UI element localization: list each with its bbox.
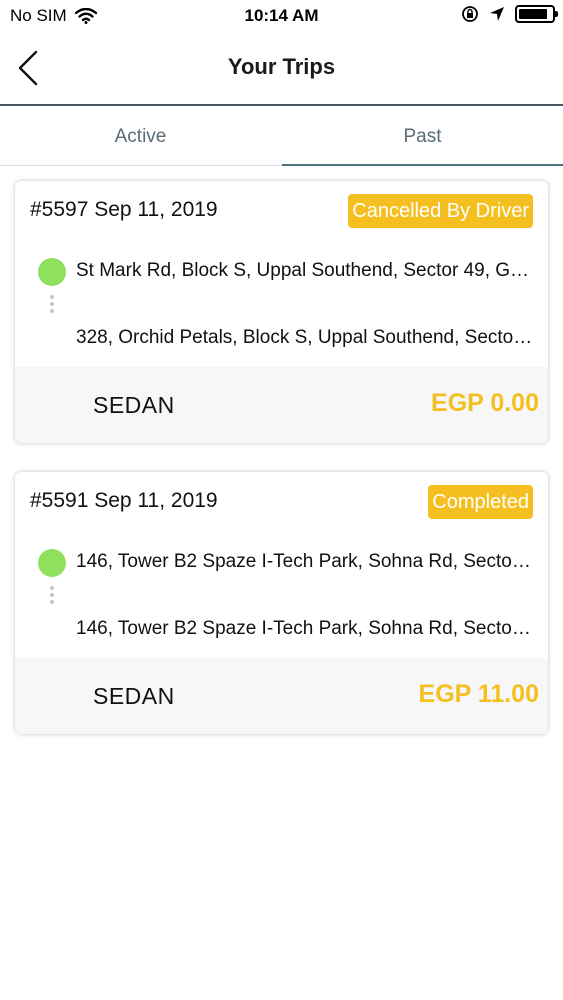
trip-card-header: #5591 Sep 11, 2019 Completed xyxy=(15,472,548,530)
pickup-dot-icon xyxy=(38,258,66,286)
pickup-address: St Mark Rd, Block S, Uppal Southend, Sec… xyxy=(76,260,536,281)
tab-past[interactable]: Past xyxy=(282,108,563,166)
trip-card[interactable]: #5591 Sep 11, 2019 Completed 146, Tower … xyxy=(15,472,548,734)
status-bar: No SIM 10:14 AM xyxy=(0,0,563,32)
battery-icon xyxy=(515,5,558,23)
tab-selected-indicator xyxy=(282,164,563,166)
status-right xyxy=(461,5,558,23)
pickup-dot-icon xyxy=(38,549,66,577)
drop-address: 328, Orchid Petals, Block S, Uppal South… xyxy=(76,327,536,348)
tab-active[interactable]: Active xyxy=(0,108,281,166)
status-badge: Completed xyxy=(428,485,533,519)
route-dots-icon xyxy=(50,586,54,606)
status-badge: Cancelled By Driver xyxy=(348,194,533,228)
trip-tabs: Active Past xyxy=(0,108,563,166)
vehicle-type: SEDAN xyxy=(93,392,175,418)
page-title: Your Trips xyxy=(227,54,336,79)
trip-card-footer: SEDAN EGP 11.00 xyxy=(15,658,548,734)
trip-card-footer: SEDAN EGP 0.00 xyxy=(15,367,548,443)
vehicle-type: SEDAN xyxy=(93,683,175,709)
trip-id: #5597 Sep 11, 2019 xyxy=(30,198,218,221)
trip-card-header: #5597 Sep 11, 2019 Cancelled By Driver xyxy=(15,181,548,239)
pickup-address: 146, Tower B2 Spaze I-Tech Park, Sohna R… xyxy=(76,551,536,572)
route-dots-icon xyxy=(50,295,54,315)
nav-bar: Your Trips xyxy=(0,32,563,106)
trip-fare: EGP 0.00 xyxy=(431,389,539,417)
trip-card[interactable]: #5597 Sep 11, 2019 Cancelled By Driver S… xyxy=(15,181,548,443)
orientation-lock-icon xyxy=(462,6,478,22)
drop-address: 146, Tower B2 Spaze I-Tech Park, Sohna R… xyxy=(76,618,536,639)
location-arrow-icon xyxy=(490,7,504,21)
trip-fare: EGP 11.00 xyxy=(418,680,539,708)
trip-id: #5591 Sep 11, 2019 xyxy=(30,489,218,512)
